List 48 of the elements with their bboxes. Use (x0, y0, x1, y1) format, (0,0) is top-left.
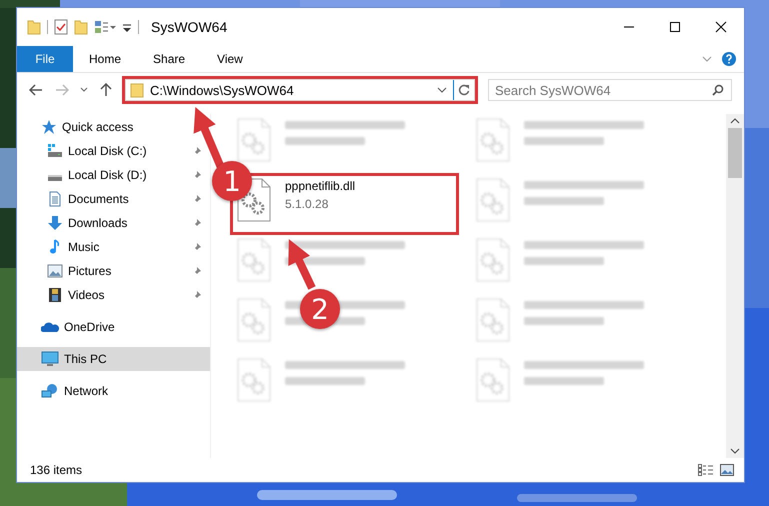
details-view-icon[interactable] (698, 464, 714, 476)
file-menu-tab[interactable]: File (17, 46, 73, 72)
sidebar-item[interactable]: Music (17, 235, 210, 259)
picture-icon (47, 263, 63, 279)
file-detail: 5.1.0.28 (285, 197, 330, 211)
scrollbar[interactable] (726, 114, 744, 458)
item-count: 136 items (30, 463, 82, 477)
chevron-down-icon[interactable] (80, 87, 88, 93)
document-icon (47, 191, 63, 207)
sidebar-item[interactable]: This PC (17, 347, 210, 371)
drive-icon (47, 175, 63, 181)
computer-icon (41, 351, 59, 367)
layout-icon[interactable] (94, 20, 116, 34)
ribbon-tab[interactable]: View (201, 46, 259, 72)
sidebar-item[interactable]: Local Disk (C:) (17, 139, 210, 163)
sidebar-item[interactable]: OneDrive (17, 315, 210, 339)
tiles-view-icon[interactable] (720, 464, 734, 476)
sidebar-item[interactable]: Pictures (17, 259, 210, 283)
film-icon (47, 287, 63, 303)
address-bar[interactable]: C:\Windows\SysWOW64 (125, 79, 475, 101)
file-name: pppnetiflib.dll (285, 179, 356, 193)
search-icon (712, 84, 724, 96)
scrollbar-thumb[interactable] (728, 128, 742, 178)
window-title: SysWOW64 (151, 19, 228, 35)
ribbon-tab[interactable]: Home (73, 46, 138, 72)
arrow (288, 239, 316, 290)
star-icon (41, 119, 57, 135)
download-icon (47, 215, 63, 231)
sidebar-item[interactable]: Local Disk (D:) (17, 163, 210, 187)
back-arrow-icon[interactable] (29, 84, 43, 96)
folder-icon (130, 82, 144, 98)
drive-icon (47, 144, 63, 158)
properties-icon[interactable] (54, 19, 68, 35)
sidebar-item[interactable]: Documents (17, 187, 210, 211)
ribbon-tab[interactable]: Share (137, 46, 202, 72)
up-arrow-icon[interactable] (100, 83, 112, 97)
address-path: C:\Windows\SysWOW64 (150, 82, 295, 98)
help-icon[interactable] (722, 52, 736, 66)
refresh-icon[interactable] (458, 84, 470, 96)
chevron-down-icon[interactable] (437, 87, 447, 93)
network-icon (41, 383, 59, 399)
sidebar-item[interactable]: Downloads (17, 211, 210, 235)
chevron-up-icon[interactable] (730, 118, 740, 124)
sidebar-item[interactable]: Quick access (17, 115, 210, 139)
search-field[interactable]: Search SysWOW64 (488, 79, 732, 101)
chevron-down-icon[interactable] (730, 448, 740, 454)
sidebar-item[interactable]: Videos (17, 283, 210, 307)
sidebar-item[interactable]: Network (17, 379, 210, 403)
